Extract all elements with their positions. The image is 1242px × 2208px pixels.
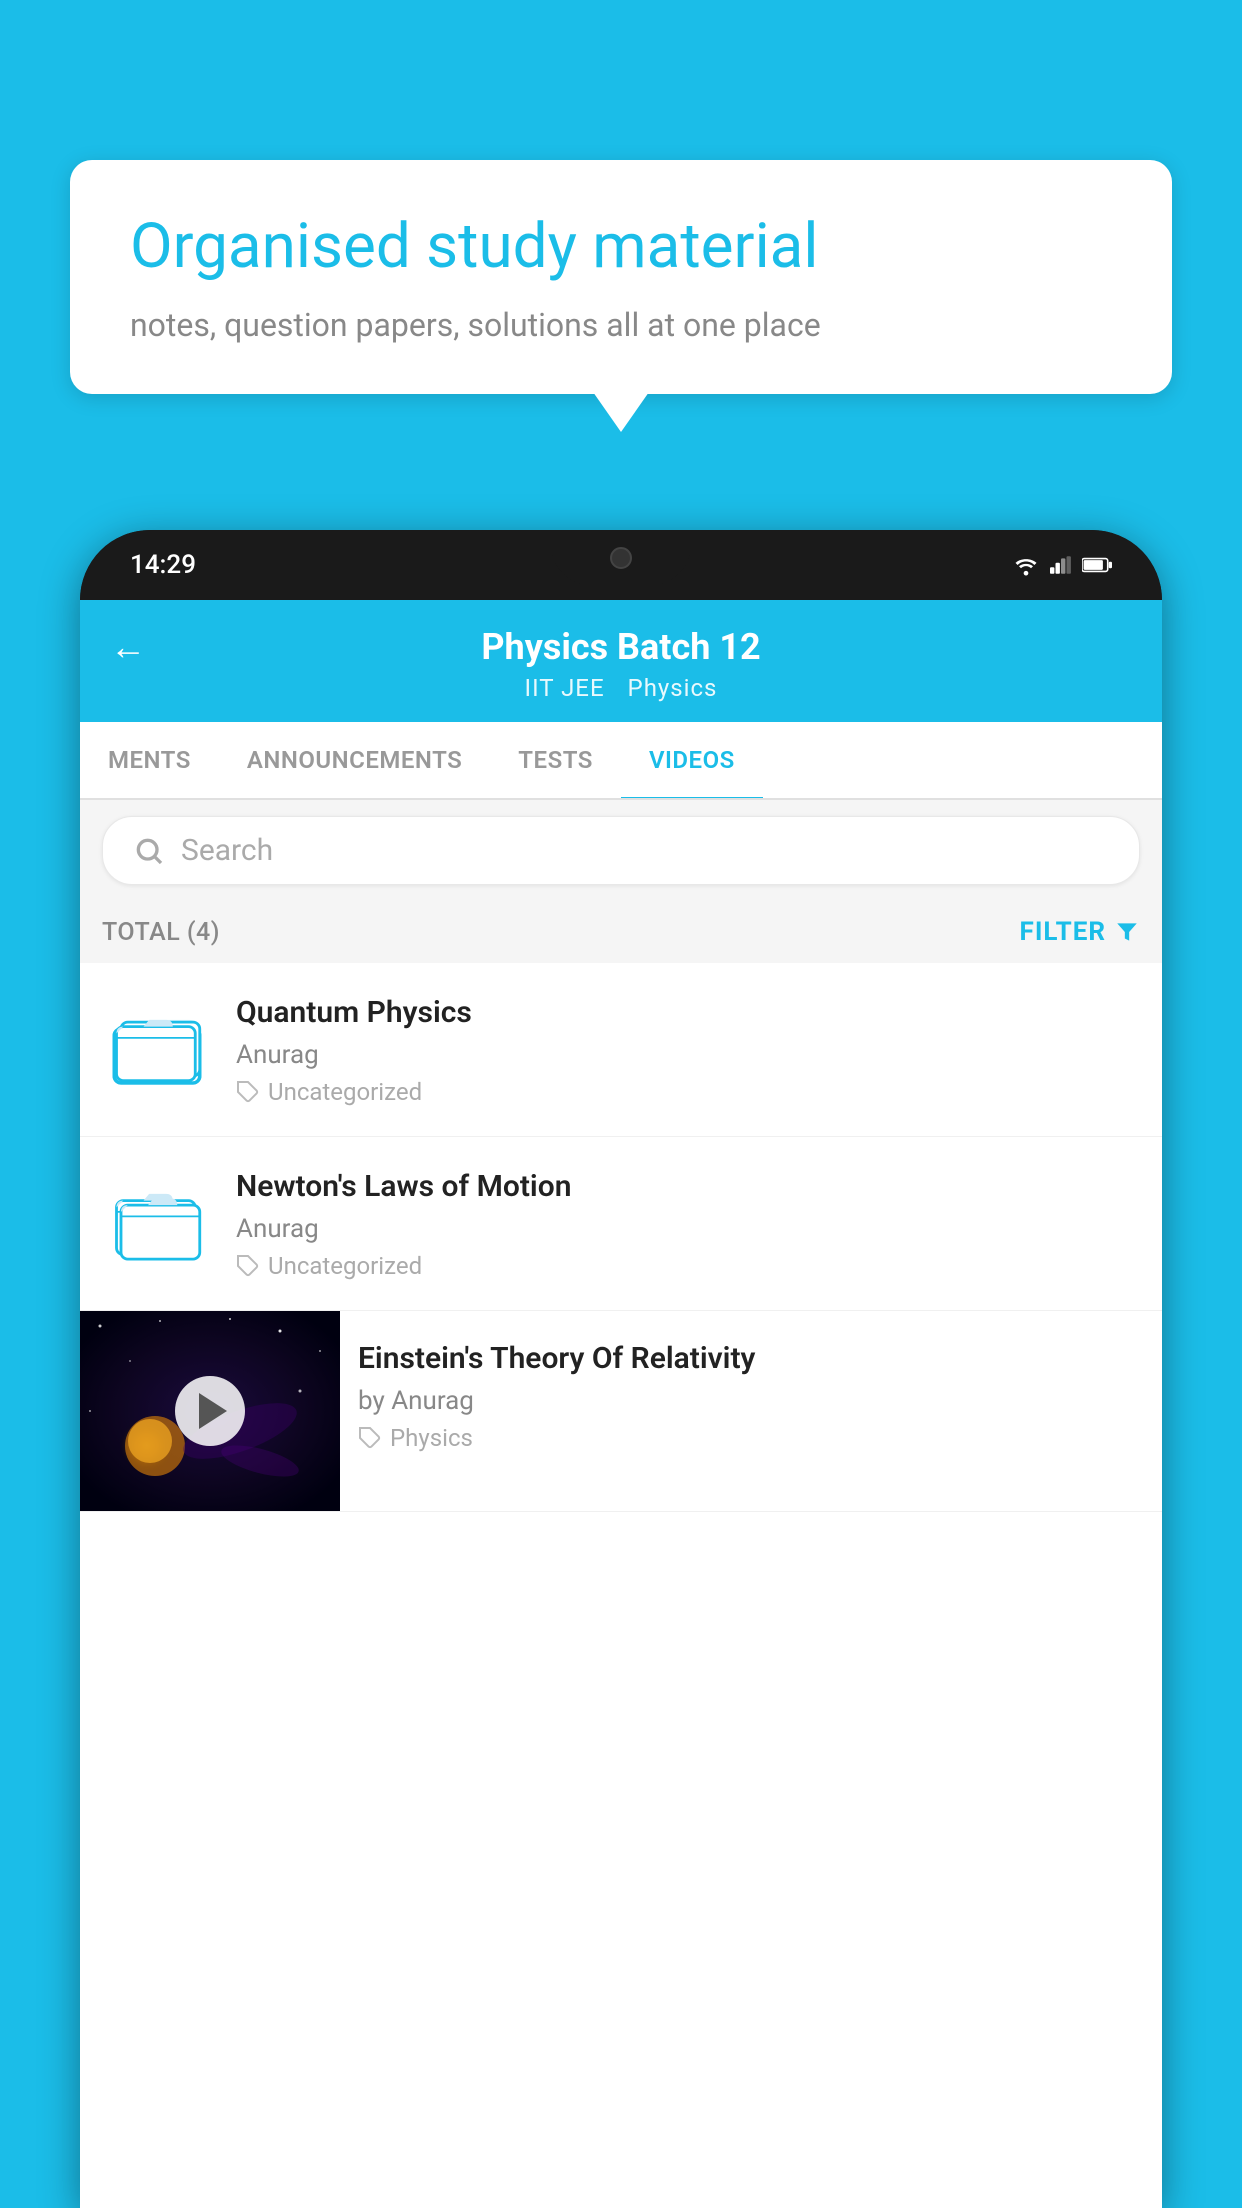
- video-item-3[interactable]: Einstein's Theory Of Relativity by Anura…: [80, 1311, 1162, 1512]
- tab-tests[interactable]: TESTS: [490, 722, 621, 798]
- video-info-2: Newton's Laws of Motion Anurag Uncategor…: [236, 1167, 1140, 1280]
- phone-screen: ← Physics Batch 12 IIT JEE Physics MENTS…: [80, 600, 1162, 2208]
- batch-subtitle: IIT JEE Physics: [517, 674, 726, 702]
- search-icon: [133, 835, 165, 867]
- status-bar: 14:29: [80, 530, 1162, 600]
- app-header: ← Physics Batch 12 IIT JEE Physics: [80, 600, 1162, 722]
- search-placeholder: Search: [181, 833, 273, 868]
- tag-text-3: Physics: [390, 1424, 473, 1452]
- signal-icon: [1050, 554, 1072, 576]
- video-title-2: Newton's Laws of Motion: [236, 1167, 1140, 1206]
- video-author-3: by Anurag: [358, 1386, 1144, 1416]
- tab-videos[interactable]: VIDEOS: [621, 722, 763, 798]
- tag-icon-1: [236, 1080, 260, 1104]
- wifi-icon: [1012, 554, 1040, 576]
- phone-frame: 14:29: [80, 530, 1162, 2208]
- filter-bar: TOTAL (4) FILTER: [80, 901, 1162, 963]
- phone-camera: [610, 547, 632, 569]
- video-tag-2: Uncategorized: [236, 1252, 1140, 1280]
- search-bar[interactable]: Search: [102, 816, 1140, 885]
- tag-icon-3: [358, 1426, 382, 1450]
- speech-bubble-subtitle: notes, question papers, solutions all at…: [130, 306, 1112, 344]
- tab-ments[interactable]: MENTS: [80, 722, 219, 798]
- speech-bubble-title: Organised study material: [130, 210, 1112, 284]
- video-tag-3: Physics: [358, 1424, 1144, 1452]
- phone-notch: [551, 530, 691, 585]
- filter-icon: [1114, 919, 1140, 945]
- speech-bubble: Organised study material notes, question…: [70, 160, 1172, 394]
- status-icons: [1012, 554, 1112, 576]
- tag-text-1: Uncategorized: [268, 1078, 422, 1106]
- folder-icon-2: [112, 1177, 202, 1267]
- phone-time: 14:29: [130, 550, 196, 580]
- search-container: Search: [80, 800, 1162, 901]
- back-button[interactable]: ←: [110, 626, 146, 668]
- video-title-1: Quantum Physics: [236, 993, 1140, 1032]
- tag-iit-jee: IIT JEE: [525, 674, 605, 702]
- video-thumb-2: [102, 1167, 212, 1277]
- video-tag-1: Uncategorized: [236, 1078, 1140, 1106]
- tab-announcements[interactable]: ANNOUNCEMENTS: [219, 722, 490, 798]
- video-list: Quantum Physics Anurag Uncategorized: [80, 963, 1162, 1512]
- video-thumbnail-3: [80, 1311, 340, 1511]
- video-item-2[interactable]: Newton's Laws of Motion Anurag Uncategor…: [80, 1137, 1162, 1311]
- tag-physics: Physics: [628, 674, 718, 702]
- video-author-2: Anurag: [236, 1214, 1140, 1244]
- video-info-3: Einstein's Theory Of Relativity by Anura…: [340, 1311, 1162, 1470]
- battery-icon: [1082, 556, 1112, 574]
- play-triangle: [199, 1393, 227, 1429]
- filter-button[interactable]: FILTER: [1020, 917, 1140, 947]
- tag-icon-2: [236, 1254, 260, 1278]
- total-count: TOTAL (4): [102, 918, 220, 947]
- video-title-3: Einstein's Theory Of Relativity: [358, 1339, 1144, 1378]
- tag-text-2: Uncategorized: [268, 1252, 422, 1280]
- video-info-1: Quantum Physics Anurag Uncategorized: [236, 993, 1140, 1106]
- batch-title: Physics Batch 12: [481, 626, 760, 668]
- video-item-1[interactable]: Quantum Physics Anurag Uncategorized: [80, 963, 1162, 1137]
- video-author-1: Anurag: [236, 1040, 1140, 1070]
- tabs-container: MENTS ANNOUNCEMENTS TESTS VIDEOS: [80, 722, 1162, 800]
- filter-label: FILTER: [1020, 917, 1106, 947]
- play-button[interactable]: [175, 1376, 245, 1446]
- folder-icon-1: [112, 1003, 202, 1093]
- video-thumb-1: [102, 993, 212, 1103]
